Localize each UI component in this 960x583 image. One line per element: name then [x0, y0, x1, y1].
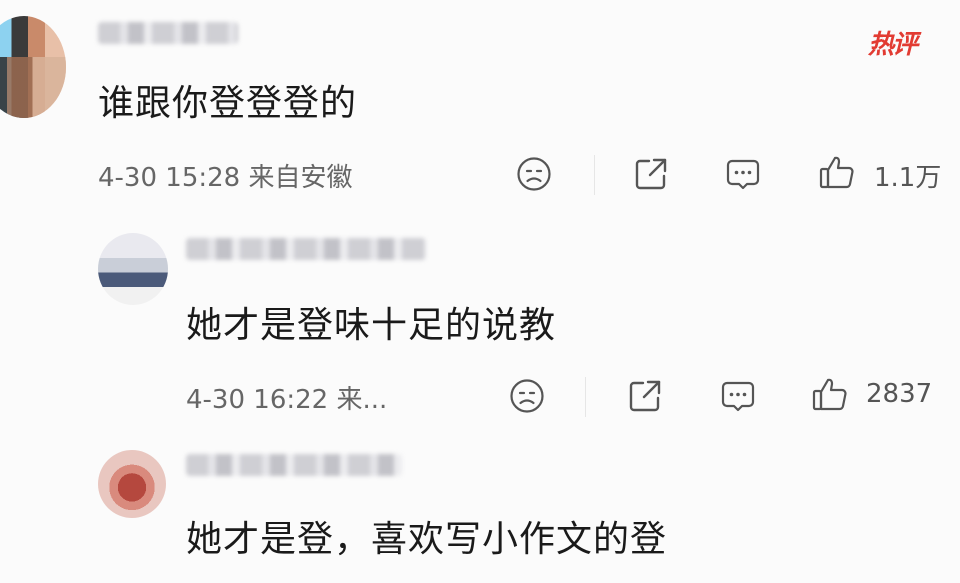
- like-thumb-icon[interactable]: [811, 375, 849, 413]
- avatar[interactable]: [0, 16, 66, 118]
- comment-text: 谁跟你登登登的: [98, 83, 358, 124]
- comment-text: 她才是登味十足的说教: [186, 305, 557, 346]
- username-blurred[interactable]: [186, 238, 426, 260]
- username-blurred[interactable]: [98, 22, 238, 44]
- comment-text: 她才是登，喜欢写小作文的登: [186, 519, 668, 560]
- avatar[interactable]: [98, 233, 168, 305]
- avatar[interactable]: [98, 450, 166, 518]
- comment-meta: 4-30 15:28 来自安徽: [98, 163, 353, 193]
- hot-comment-badge: 热评: [868, 30, 918, 60]
- divider: [594, 155, 595, 195]
- like-count: 1.1万: [874, 163, 942, 193]
- divider: [585, 377, 586, 417]
- share-icon[interactable]: [632, 155, 670, 193]
- reply-icon[interactable]: [724, 155, 762, 193]
- dislike-face-icon[interactable]: [515, 155, 553, 193]
- dislike-face-icon[interactable]: [508, 377, 546, 415]
- like-count: 2837: [866, 379, 933, 409]
- comment-meta: 4-30 16:22 来...: [186, 385, 388, 415]
- share-icon[interactable]: [626, 377, 664, 415]
- reply-icon[interactable]: [719, 377, 757, 415]
- like-thumb-icon[interactable]: [818, 153, 856, 191]
- username-blurred[interactable]: [186, 454, 402, 476]
